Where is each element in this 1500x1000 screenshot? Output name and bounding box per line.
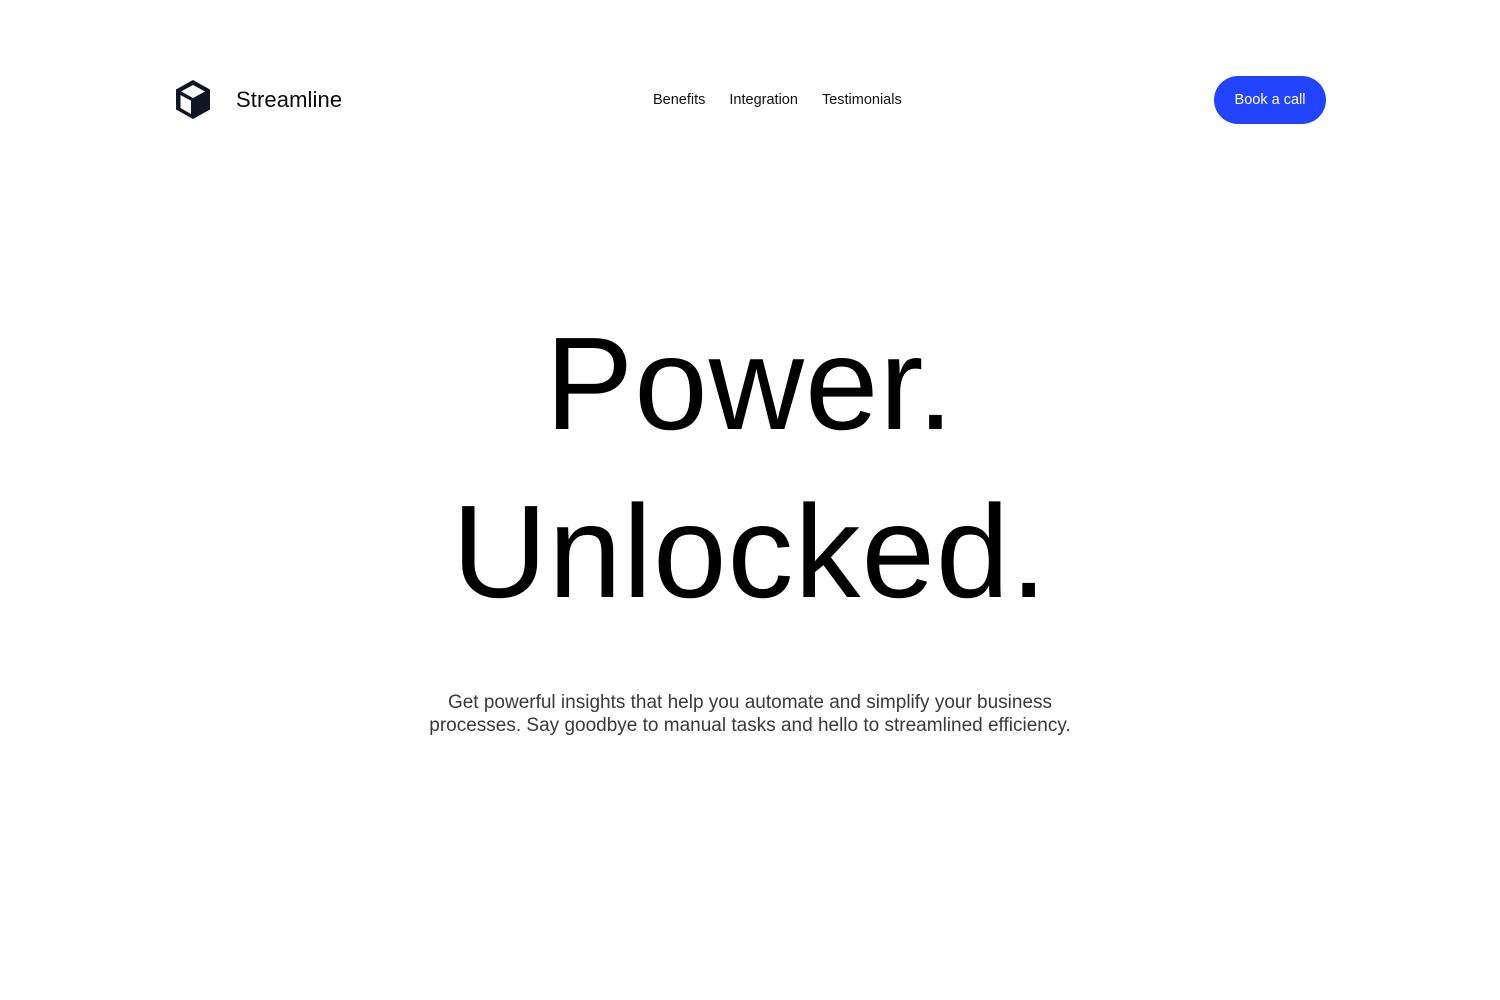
hero-title-line-2: Unlocked.	[452, 478, 1048, 625]
hero-title-line-1: Power.	[545, 310, 955, 457]
site-header: Streamline Benefits Integration Testimon…	[174, 76, 1326, 124]
brand-name: Streamline	[236, 87, 343, 112]
main-nav: Benefits Integration Testimonials	[653, 76, 902, 124]
nav-benefits-link[interactable]: Benefits	[653, 92, 705, 108]
brand-home-link[interactable]: Streamline	[174, 76, 342, 124]
nav-integration-link[interactable]: Integration	[729, 92, 798, 108]
nav-testimonials-link[interactable]: Testimonials	[822, 92, 902, 108]
cube-icon	[174, 78, 212, 122]
hero-subtitle: Get powerful insights that help you auto…	[429, 692, 1071, 736]
hero-title: Power. Unlocked.	[0, 300, 1500, 636]
book-a-call-button[interactable]: Book a call	[1214, 76, 1326, 124]
